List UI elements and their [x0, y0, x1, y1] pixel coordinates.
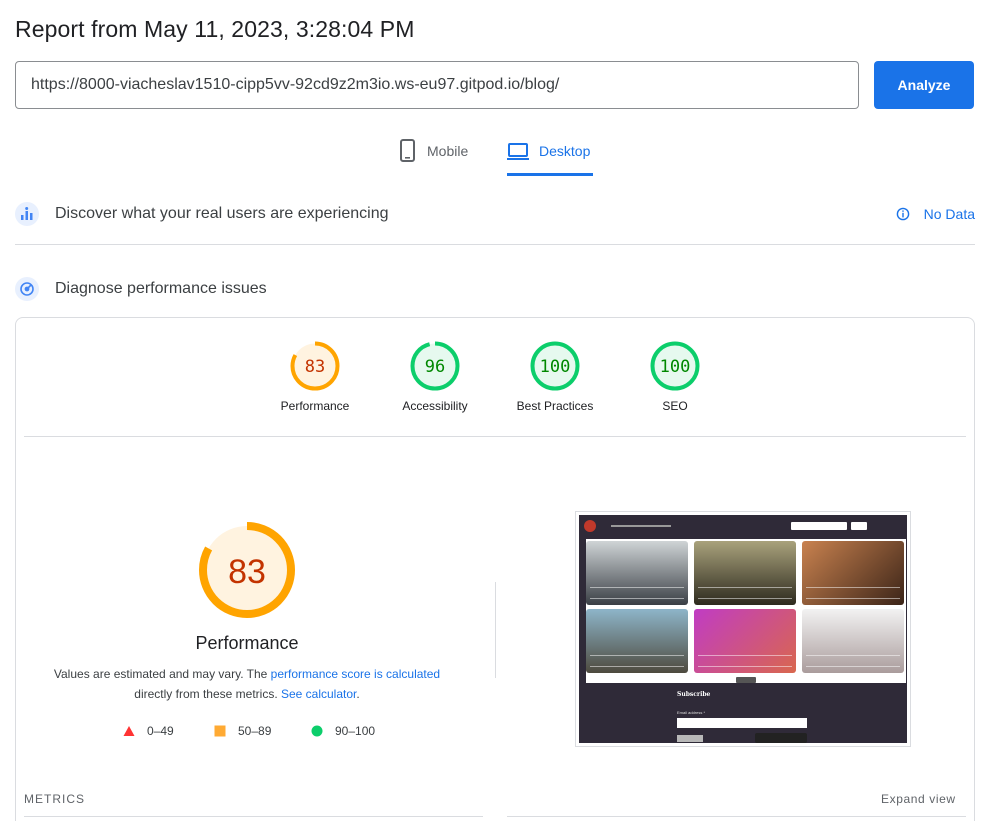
- best-practices-gauge-ring: 100: [530, 341, 580, 391]
- legend-fail: 0–49: [123, 724, 174, 738]
- screenshot-email-field: [677, 718, 807, 728]
- note-text: Values are estimated and may vary. The: [53, 667, 271, 681]
- screenshot-nav: [579, 515, 907, 537]
- screenshot-article-card: [586, 609, 688, 673]
- tab-mobile-label: Mobile: [427, 143, 469, 159]
- screenshot-email-label: Email address *: [677, 710, 706, 715]
- performance-gauge-ring: 83: [290, 341, 340, 391]
- performance-score: 83: [305, 357, 325, 377]
- tab-desktop-label: Desktop: [539, 143, 591, 159]
- orange-square-icon: [214, 725, 226, 737]
- seo-score: 100: [660, 357, 691, 377]
- vertical-divider: [495, 582, 496, 678]
- metrics-divider-right: [507, 816, 966, 817]
- field-data-section: Discover what your real users are experi…: [15, 200, 975, 228]
- legend-range: 90–100: [335, 724, 376, 738]
- seo-gauge-ring: 100: [650, 341, 700, 391]
- gauge-best-practices[interactable]: 100 Best Practices: [505, 341, 605, 413]
- users-chart-icon: [15, 202, 39, 226]
- legend-average: 50–89: [214, 724, 271, 738]
- site-logo-icon: [584, 520, 596, 532]
- gauge-label: SEO: [662, 399, 688, 413]
- screenshot-canvas: Subscribe Email address *: [579, 515, 907, 743]
- page-title: Report from May 11, 2023, 3:28:04 PM: [15, 16, 415, 42]
- screenshot-search-button: [851, 522, 867, 530]
- gauge-label: Performance: [280, 399, 350, 413]
- legend-pass: 90–100: [311, 724, 375, 738]
- screenshot-subscribe-button: [677, 735, 703, 742]
- screenshot-grid: [586, 539, 906, 689]
- screenshot-article-card: [802, 609, 904, 673]
- performance-large-gauge: 83: [199, 522, 295, 618]
- note-text: .: [356, 687, 360, 701]
- tab-desktop[interactable]: Desktop: [507, 138, 593, 176]
- score-note: Values are estimated and may vary. The p…: [40, 664, 454, 704]
- gauge-label: Best Practices: [516, 399, 594, 413]
- screenshot-article-card: [694, 609, 796, 673]
- screenshot-article-card: [802, 541, 904, 605]
- gauge-label: Accessibility: [402, 399, 468, 413]
- score-calculated-link[interactable]: performance score is calculated: [271, 667, 440, 681]
- page-screenshot: Subscribe Email address *: [575, 511, 911, 747]
- legend-range: 50–89: [238, 724, 272, 738]
- screenshot-subscribe-title: Subscribe: [677, 691, 711, 698]
- diagnose-heading: Diagnose performance issues: [55, 280, 267, 297]
- no-data-indicator[interactable]: No Data: [896, 200, 975, 228]
- laptop-icon: [507, 143, 529, 160]
- screenshot-article-card: [694, 541, 796, 605]
- red-triangle-icon: [123, 726, 135, 736]
- screenshot-subscribe: Subscribe Email address *: [579, 683, 907, 743]
- expand-view-button[interactable]: Expand view: [881, 792, 956, 806]
- diagnose-section: Diagnose performance issues: [15, 275, 975, 303]
- mobile-phone-icon: [400, 139, 415, 162]
- note-text: directly from these metrics.: [134, 687, 281, 701]
- accessibility-gauge-ring: 96: [410, 341, 460, 391]
- metrics-heading: METRICS: [24, 792, 85, 806]
- screenshot-search: [791, 522, 847, 530]
- gauge-performance[interactable]: 83 Performance: [265, 341, 365, 413]
- info-icon: [896, 207, 909, 221]
- legend-range: 0–49: [147, 724, 174, 738]
- accessibility-score: 96: [425, 357, 445, 377]
- see-calculator-link[interactable]: See calculator: [281, 687, 356, 701]
- best-practices-score: 100: [540, 357, 571, 377]
- screenshot-mailchimp-badge: [755, 733, 807, 743]
- section-divider: [15, 244, 975, 245]
- diagnose-gauge-icon: [15, 277, 39, 301]
- card-divider: [24, 436, 966, 437]
- url-input[interactable]: [15, 61, 859, 109]
- field-data-heading: Discover what your real users are experi…: [55, 205, 389, 222]
- performance-large-score: 83: [228, 553, 266, 591]
- gauge-seo[interactable]: 100 SEO: [625, 341, 725, 413]
- tab-mobile[interactable]: Mobile: [399, 138, 468, 176]
- analyze-button[interactable]: Analyze: [874, 61, 974, 109]
- green-circle-icon: [311, 725, 323, 737]
- no-data-label: No Data: [923, 206, 975, 222]
- screenshot-article-card: [586, 541, 688, 605]
- gauge-accessibility[interactable]: 96 Accessibility: [385, 341, 485, 413]
- metrics-divider-left: [24, 816, 483, 817]
- performance-title: Performance: [195, 633, 299, 653]
- screenshot-nav-links: [611, 525, 671, 527]
